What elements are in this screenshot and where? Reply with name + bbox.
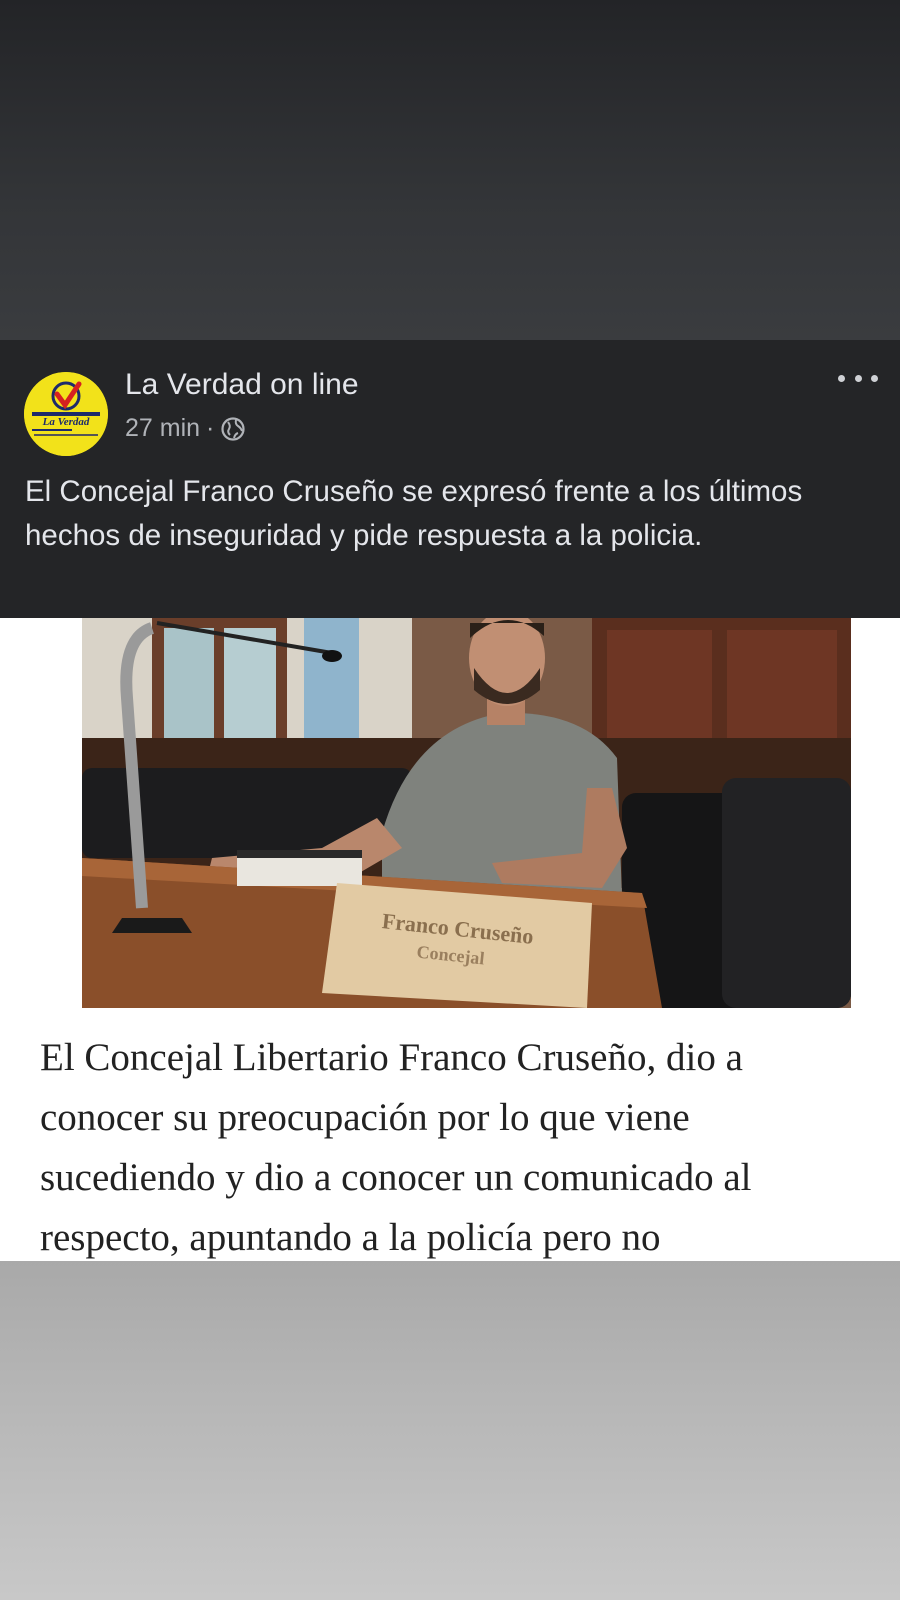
article-photo: Franco Cruseño Concejal — [82, 618, 851, 1008]
facebook-post-card: La Verdad La Verdad on line 27 min · El … — [0, 340, 900, 618]
la-verdad-logo: La Verdad — [24, 372, 108, 456]
post-time[interactable]: 27 min — [125, 414, 200, 443]
story-background-top — [0, 0, 900, 340]
post-meta: 27 min · — [125, 414, 246, 443]
page-avatar[interactable]: La Verdad — [24, 372, 108, 456]
article-excerpt: El Concejal Libertario Franco Cruseño, d… — [40, 1036, 752, 1259]
story-background-bottom — [0, 1261, 900, 1600]
shared-article-image[interactable]: Franco Cruseño Concejal El Concejal Libe… — [0, 618, 900, 1261]
page-name[interactable]: La Verdad on line — [125, 368, 359, 402]
svg-text:La Verdad: La Verdad — [42, 416, 90, 428]
post-caption: El Concejal Franco Cruseño se expresó fr… — [25, 475, 803, 552]
more-options-icon[interactable] — [838, 368, 878, 388]
meta-separator: · — [206, 414, 215, 442]
globe-icon[interactable] — [220, 416, 246, 442]
